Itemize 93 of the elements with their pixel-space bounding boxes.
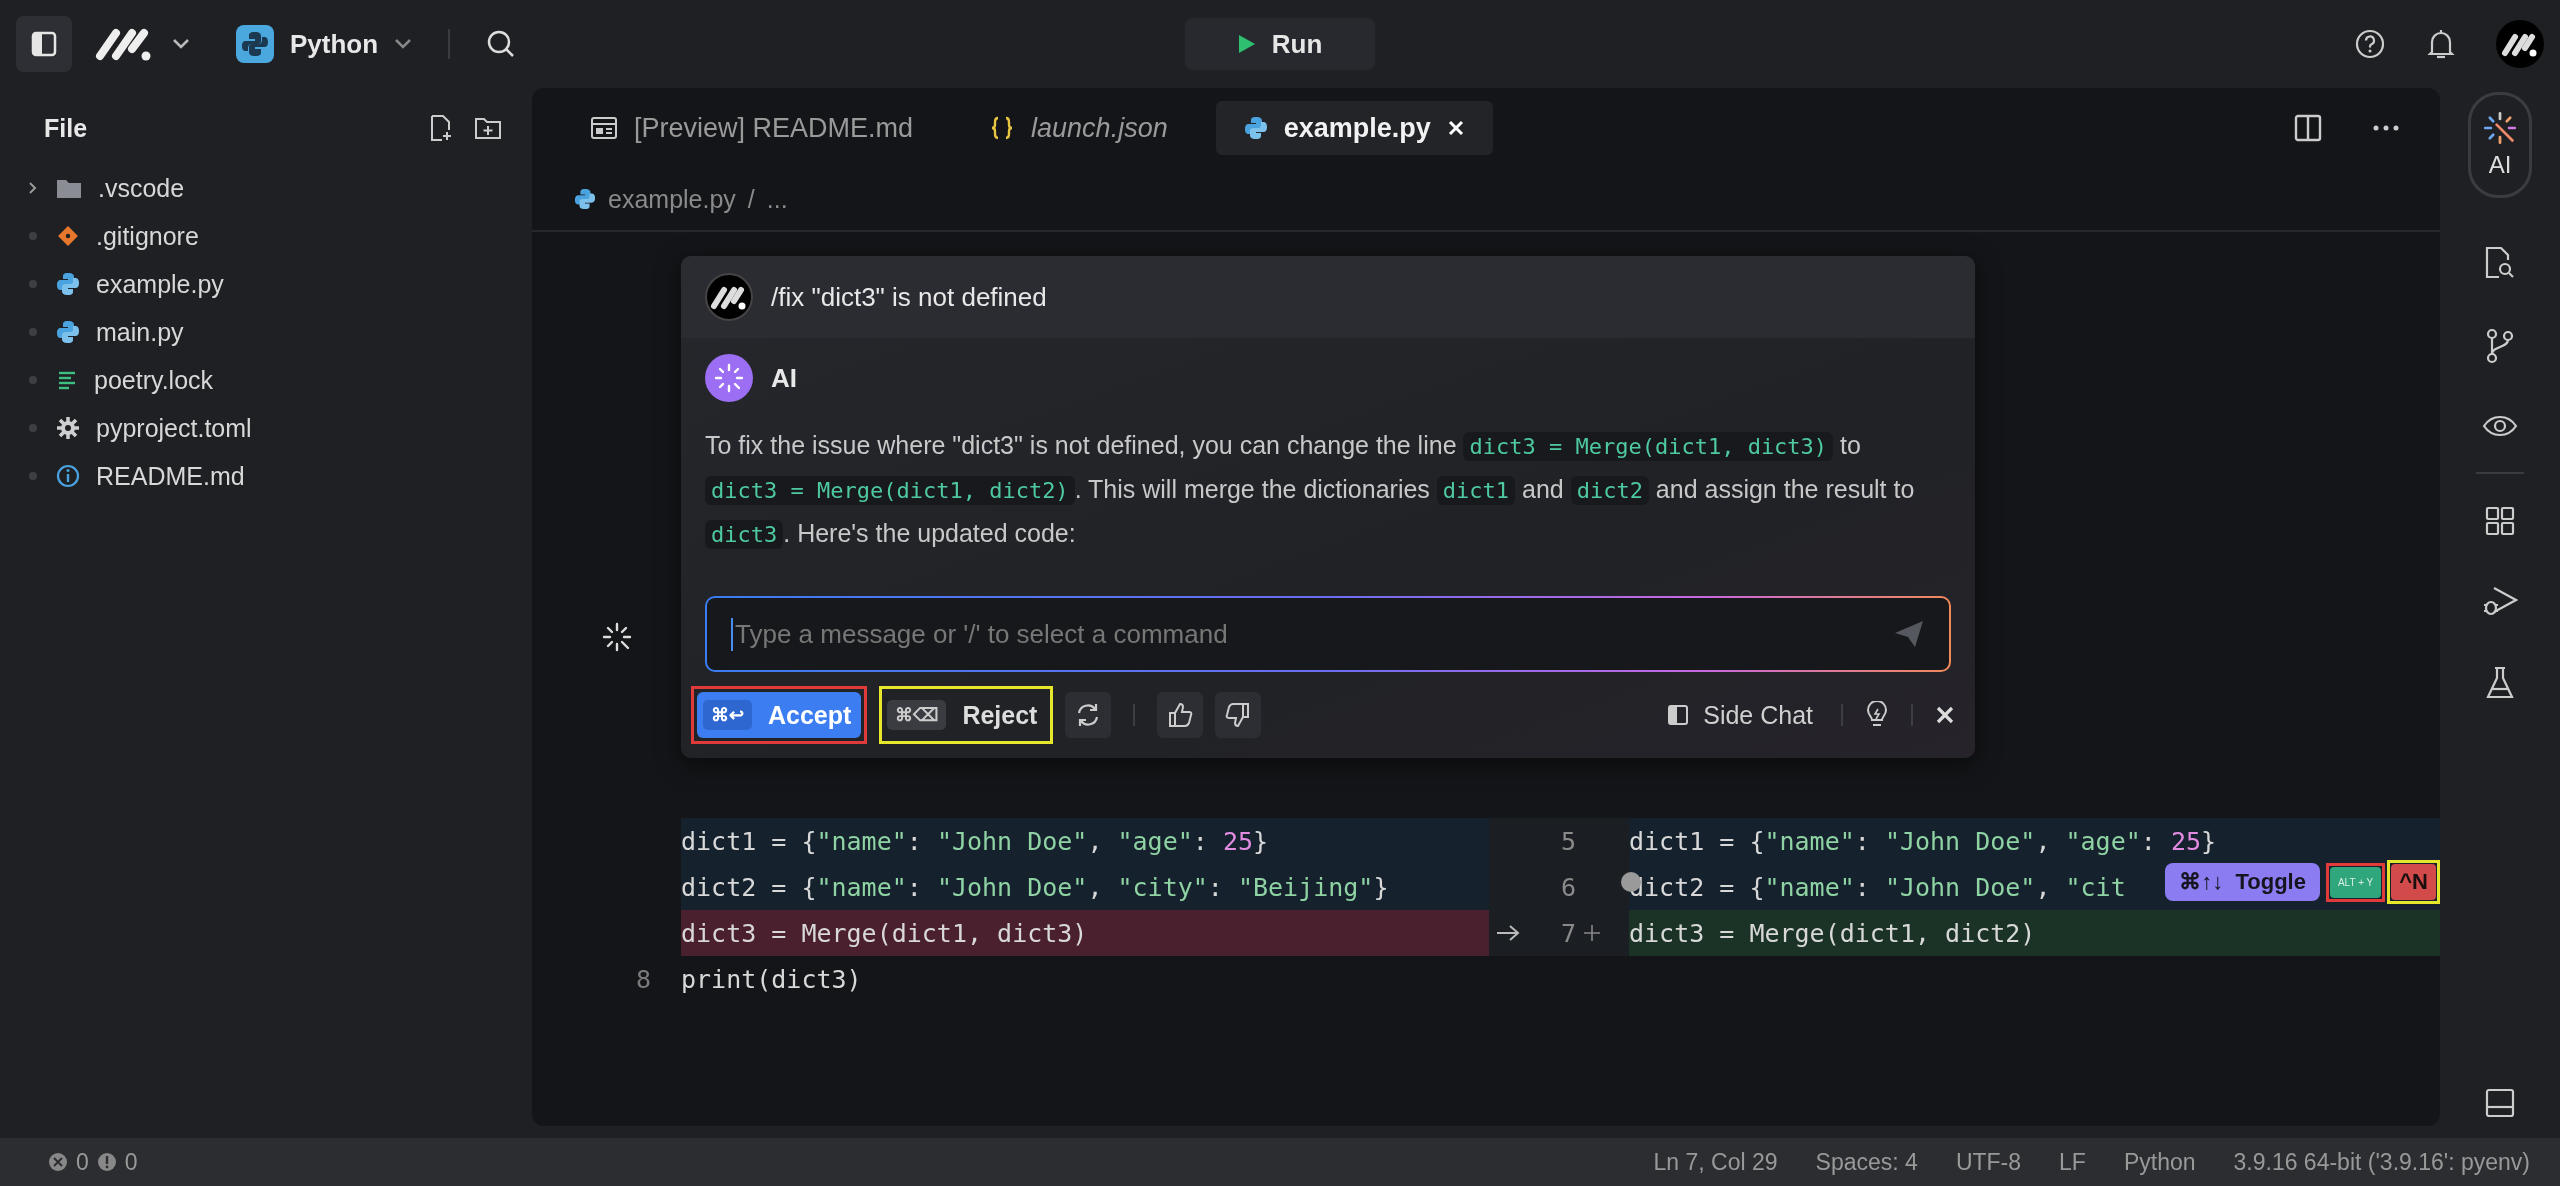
more-icon[interactable] (2372, 124, 2400, 132)
line-number: 6 (1561, 872, 1577, 902)
status-item[interactable]: Python (2123, 1148, 2196, 1176)
close-icon[interactable] (1446, 119, 1465, 137)
bell-icon[interactable] (2426, 28, 2456, 60)
thumbs-up-button[interactable] (1157, 692, 1204, 738)
error-icon[interactable] (48, 1152, 68, 1172)
source-control-icon[interactable] (2485, 328, 2515, 364)
flask-icon[interactable] (2485, 666, 2515, 700)
project-name[interactable]: Python (290, 28, 379, 60)
breadcrumb-item[interactable]: ... (766, 184, 788, 214)
ai-assistant-button[interactable]: AI (2468, 92, 2532, 198)
code-line: print(dict3) (681, 963, 863, 996)
bullet-dot (29, 328, 37, 336)
file-tree-item[interactable]: .gitignore (0, 212, 532, 260)
breadcrumb-item[interactable]: example.py (608, 184, 736, 214)
new-folder-icon[interactable] (474, 115, 502, 141)
run-debug-icon[interactable] (2482, 584, 2518, 618)
message-input[interactable]: Type a message or '/' to select a command (731, 617, 1893, 651)
status-item[interactable]: Spaces: 4 (1815, 1148, 1918, 1176)
sidebar-icon (31, 31, 57, 57)
editor-tab[interactable]: [Preview] README.md (562, 101, 942, 155)
play-icon (1237, 34, 1256, 54)
reject-button[interactable]: ⌘⌫ Reject (885, 692, 1048, 738)
folder-icon (56, 177, 82, 199)
file-tree-item[interactable]: .vscode (0, 164, 532, 212)
arrow-icon (1495, 923, 1521, 943)
breadcrumb-separator: / (747, 184, 755, 214)
lightbulb-icon[interactable] (1865, 701, 1889, 729)
status-item[interactable]: Ln 7, Col 29 (1653, 1148, 1778, 1176)
error-count[interactable]: 0 (76, 1148, 89, 1176)
close-icon[interactable] (1935, 705, 1955, 725)
toggle-hint-badge[interactable]: ⌘↑↓ Toggle (2165, 863, 2320, 901)
python-icon (1243, 116, 1268, 140)
chat-command: /fix "dict3" is not defined (771, 281, 1047, 313)
editor-tab[interactable]: example.py (1215, 101, 1493, 155)
sidebar-toggle-button[interactable] (16, 16, 72, 72)
editor-tab[interactable]: launch.json (961, 101, 1196, 155)
panel-toggle-icon[interactable] (2485, 1088, 2515, 1118)
code-line: dict3 = Merge(dict1, dict2) (1629, 918, 2036, 948)
side-chat-button[interactable]: Side Chat (1661, 699, 1819, 731)
python-icon (56, 272, 80, 296)
bullet-dot (29, 376, 37, 384)
warning-icon[interactable] (96, 1152, 117, 1172)
file-tree-item[interactable]: poetry.lock (0, 356, 532, 404)
extensions-icon[interactable] (2485, 506, 2515, 536)
help-icon[interactable] (2354, 28, 2386, 60)
ai-message: To fix the issue where "dict3" is not defined, you can change the line dict3 = Merge(dict1, dict3) to dict3 = Merge(dict1, dict2) . This will merge the dictionaries dict1 and dict2 and assign the result to dict3 . Here's the updated code: (705, 430, 1916, 551)
sparkle-icon (2483, 111, 2517, 145)
bot-avatar (705, 273, 753, 321)
message-input-field[interactable]: Type a message or '/' to select a command (707, 598, 1949, 670)
account-avatar[interactable] (2496, 20, 2544, 68)
info-icon (56, 464, 80, 488)
run-button[interactable]: Run (1185, 18, 1375, 70)
gear-icon (56, 416, 80, 440)
file-tree-item[interactable]: main.py (0, 308, 532, 356)
thumbs-down-icon (1225, 702, 1252, 728)
bullet-dot (29, 232, 37, 240)
code-line: dict1 = {"name": "John Doe", "age": 25} (1629, 826, 2217, 856)
thumbs-up-icon (1167, 702, 1194, 728)
lines-icon (56, 369, 78, 391)
ai-avatar (705, 354, 753, 402)
status-item[interactable]: LF (2059, 1148, 2086, 1176)
next-key-badge[interactable]: ^N (2391, 864, 2436, 900)
new-file-icon[interactable] (428, 114, 454, 142)
plus-icon (1583, 924, 1601, 942)
chevron-down-icon[interactable] (394, 38, 413, 50)
bullet-dot (29, 472, 37, 480)
side-panel-icon (1667, 704, 1690, 726)
line-number: 8 (635, 964, 651, 994)
file-tree-item[interactable]: example.py (0, 260, 532, 308)
bullet-dot (29, 280, 37, 288)
preview-icon (590, 116, 618, 140)
line-number: 7 (1561, 918, 1577, 948)
accept-button[interactable]: ⌘↩ Accept (697, 692, 862, 738)
chevron-down-icon[interactable] (172, 38, 190, 50)
explorer-title: File (44, 113, 89, 143)
warning-count[interactable]: 0 (124, 1148, 138, 1176)
sparkle-icon[interactable] (602, 622, 632, 652)
file-search-icon[interactable] (2484, 246, 2516, 280)
assistant-name: AI (771, 362, 797, 394)
python-icon (56, 320, 80, 344)
file-tree-item[interactable]: README.md (0, 452, 532, 500)
thumbs-down-button[interactable] (1215, 692, 1262, 738)
status-item[interactable]: UTF-8 (1955, 1148, 2022, 1176)
file-tree-item[interactable]: pyproject.toml (0, 404, 532, 452)
bullet-dot (29, 424, 37, 432)
split-editor-icon[interactable] (2294, 114, 2322, 142)
status-item[interactable]: 3.9.16 64-bit ('3.9.16': pyenv) (2233, 1148, 2530, 1176)
python-icon (574, 188, 596, 210)
regenerate-button[interactable] (1065, 692, 1112, 738)
line-number: 5 (1561, 826, 1577, 856)
python-icon (236, 25, 274, 63)
